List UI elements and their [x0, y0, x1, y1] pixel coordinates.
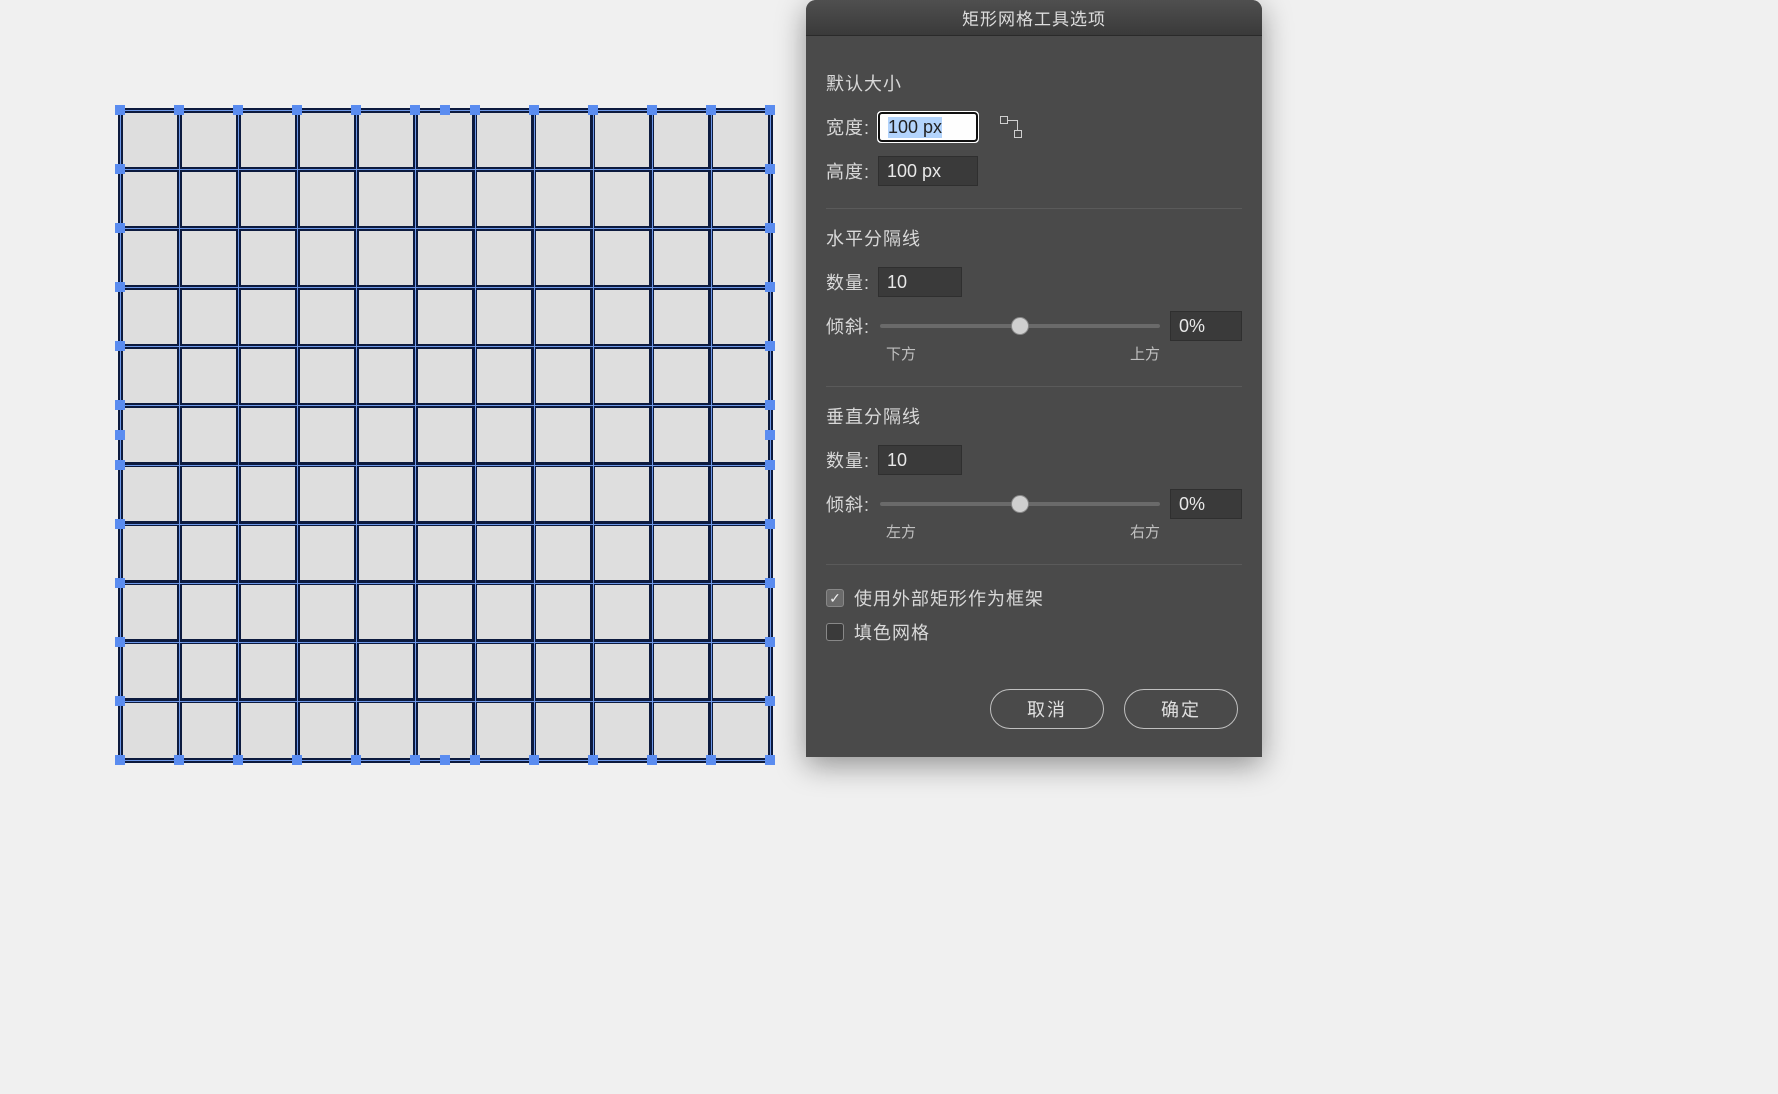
horizontal-skew-thumb[interactable] — [1011, 317, 1029, 335]
dialog-title: 矩形网格工具选项 — [806, 0, 1262, 36]
horizontal-skew-left-label: 下方 — [886, 343, 916, 364]
grid-preview — [120, 110, 770, 760]
fill-grid-label: 填色网格 — [854, 619, 930, 645]
constrain-proportions-icon[interactable] — [1000, 116, 1022, 138]
horizontal-skew-slider[interactable] — [880, 324, 1160, 328]
horizontal-skew-right-label: 上方 — [1130, 343, 1160, 364]
horizontal-heading: 水平分隔线 — [826, 225, 1242, 251]
section-vertical-dividers: 垂直分隔线 数量: 倾斜: 左方 右方 — [826, 387, 1242, 565]
rectangular-grid-options-dialog: 矩形网格工具选项 默认大小 宽度: 高度: 水平分隔线 数量: — [806, 0, 1262, 757]
vertical-skew-value[interactable] — [1170, 489, 1242, 519]
vertical-skew-left-label: 左方 — [886, 521, 916, 542]
vertical-heading: 垂直分隔线 — [826, 403, 1242, 429]
fill-grid-checkbox[interactable] — [826, 623, 844, 641]
vertical-skew-slider[interactable] — [880, 502, 1160, 506]
width-label: 宽度: — [826, 114, 870, 140]
vertical-skew-thumb[interactable] — [1011, 495, 1029, 513]
use-outer-rect-label: 使用外部矩形作为框架 — [854, 585, 1044, 611]
cancel-button[interactable]: 取消 — [990, 689, 1104, 729]
use-outer-rect-checkbox[interactable]: ✓ — [826, 589, 844, 607]
section-default-size: 默认大小 宽度: 高度: — [826, 54, 1242, 209]
vertical-skew-right-label: 右方 — [1130, 521, 1160, 542]
vertical-skew-label: 倾斜: — [826, 491, 870, 517]
vertical-count-label: 数量: — [826, 447, 870, 473]
width-input[interactable] — [878, 112, 978, 142]
ok-button[interactable]: 确定 — [1124, 689, 1238, 729]
height-label: 高度: — [826, 158, 870, 184]
vertical-count-input[interactable] — [878, 445, 962, 475]
height-input[interactable] — [878, 156, 978, 186]
horizontal-skew-value[interactable] — [1170, 311, 1242, 341]
section-horizontal-dividers: 水平分隔线 数量: 倾斜: 下方 上方 — [826, 209, 1242, 387]
horizontal-skew-label: 倾斜: — [826, 313, 870, 339]
horizontal-count-label: 数量: — [826, 269, 870, 295]
default-size-heading: 默认大小 — [826, 70, 1242, 96]
horizontal-count-input[interactable] — [878, 267, 962, 297]
